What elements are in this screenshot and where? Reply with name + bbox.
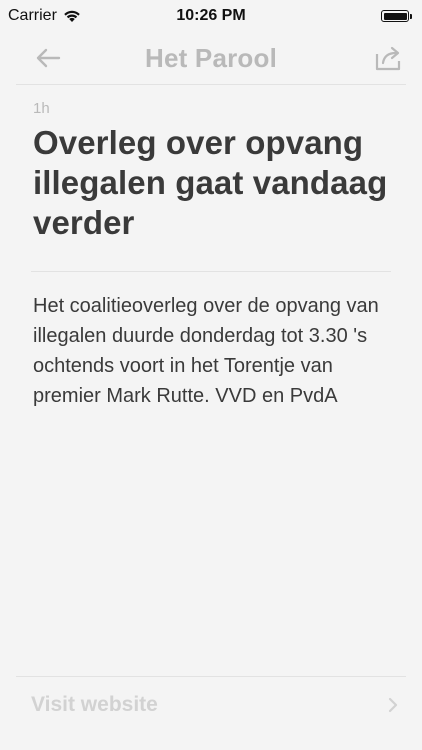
visit-website-label: Visit website [31,693,158,716]
page-title: Het Parool [144,42,278,73]
battery-fill [383,12,407,20]
article-header: 1h Overleg over opvang illegalen gaat va… [33,100,390,243]
status-left: Carrier [8,7,81,25]
nav-bar: Het Parool [16,32,406,85]
article-body: Het coalitieoverleg over de opvang van i… [33,295,379,407]
share-icon[interactable] [374,44,404,72]
carrier-label: Carrier [8,7,57,24]
article-headline: Overleg over opvang illegalen gaat vanda… [33,124,388,241]
divider [31,271,391,272]
article-timestamp: 1h [33,100,50,117]
wifi-icon [64,10,80,22]
arrow-left-icon[interactable] [34,44,62,72]
chevron-right-icon [388,697,398,713]
battery-icon [381,10,412,22]
status-bar: Carrier 10:26 PM [0,0,422,32]
visit-website-button[interactable]: Visit website [16,676,406,733]
